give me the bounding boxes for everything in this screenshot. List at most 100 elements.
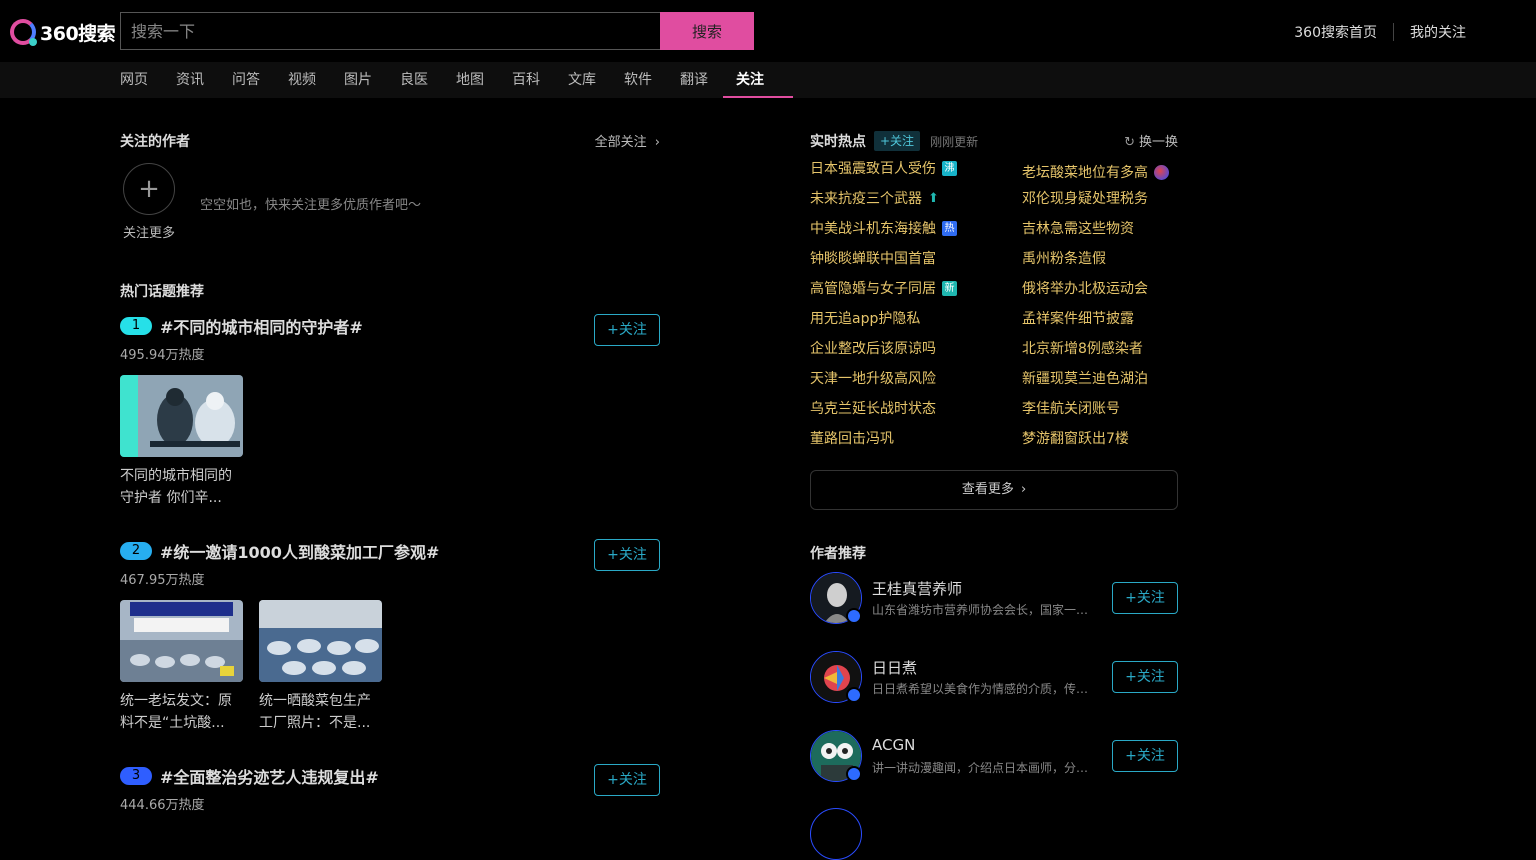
author-name[interactable]: ACGN	[872, 736, 915, 754]
rank-badge: 2	[120, 542, 152, 560]
topic-follow-button[interactable]: +关注	[594, 764, 660, 796]
hot-item[interactable]: 吉林急需这些物资	[1022, 218, 1134, 238]
topic-item: 2 #统一邀请1000人到酸菜加工厂参观# 467.95万热度 +关注 统一老坛…	[120, 539, 660, 734]
topic-title[interactable]: #统一邀请1000人到酸菜加工厂参观#	[160, 539, 439, 563]
hot-item-text: 北京新增8例感染者	[1022, 341, 1143, 357]
add-follow-button[interactable]: +	[123, 163, 175, 215]
nav-tab[interactable]: 翻译	[680, 62, 708, 98]
hot-item-text: 高管隐婚与女子同居	[810, 281, 936, 297]
hot-item[interactable]: 企业整改后该原谅吗	[810, 338, 936, 358]
chevron-right-icon: ›	[1020, 482, 1027, 497]
topic-follow-button[interactable]: +关注	[594, 314, 660, 346]
hot-item-text: 乌克兰延长战时状态	[810, 401, 936, 417]
hot-item[interactable]: 梦游翻窗跃出7楼	[1022, 428, 1129, 448]
logo[interactable]: 360搜索	[10, 19, 116, 46]
hot-item[interactable]: 钟睒睒蝉联中国首富	[810, 248, 936, 268]
realtime-hot-follow-tag[interactable]: +关注	[874, 131, 921, 151]
all-follows-label: 全部关注	[594, 135, 647, 150]
empty-tip: 空空如也，快来关注更多优质作者吧～	[200, 198, 422, 213]
author-item: 王桂真营养师 山东省潍坊市营养师协会会长，国家一级营养师 +关注	[810, 572, 1178, 624]
hot-item[interactable]: 李佳航关闭账号	[1022, 398, 1120, 418]
link-my-follow[interactable]: 我的关注	[1410, 22, 1466, 42]
plus-icon: +	[138, 174, 160, 204]
nav-tab[interactable]: 地图	[456, 62, 484, 98]
topic-thumb[interactable]: 统一晒酸菜包生产工厂照片：不是...	[259, 600, 382, 734]
link-home[interactable]: 360搜索首页	[1294, 22, 1377, 42]
nav-tab[interactable]: 良医	[400, 62, 428, 98]
topic-title[interactable]: #不同的城市相同的守护者#	[160, 314, 363, 338]
nav-tab[interactable]: 百科	[512, 62, 540, 98]
top-links: 360搜索首页 我的关注	[1294, 22, 1466, 42]
hot-item-text: 新疆现莫兰迪色湖泊	[1022, 371, 1148, 387]
topic-item: 1 #不同的城市相同的守护者# 495.94万热度 +关注 不同的城市相同的守护…	[120, 314, 660, 509]
topic-follow-button[interactable]: +关注	[594, 539, 660, 571]
hot-item-text: 钟睒睒蝉联中国首富	[810, 251, 936, 267]
hot-item-text: 未来抗疫三个武器	[810, 191, 922, 207]
refresh-icon: ↻	[1124, 135, 1135, 150]
author-follow-button[interactable]: +关注	[1112, 740, 1178, 772]
hot-item[interactable]: 天津一地升级高风险	[810, 368, 936, 388]
author-name[interactable]: 日日煮	[872, 657, 917, 678]
hot-item-text: 禹州粉条造假	[1022, 251, 1106, 267]
hot-badge: 沸	[942, 160, 957, 176]
hot-item-text: 吉林急需这些物资	[1022, 221, 1134, 237]
verified-icon	[846, 687, 862, 703]
hot-topics-title: 热门话题推荐	[120, 284, 204, 300]
rank-badge: 3	[120, 767, 152, 785]
view-more-button[interactable]: 查看更多 ›	[810, 470, 1178, 510]
hot-item[interactable]: 邓伦现身疑处理税务	[1022, 188, 1148, 208]
topic-thumb[interactable]: 不同的城市相同的守护者 你们辛...	[120, 375, 243, 509]
logo-text: 360搜索	[40, 22, 116, 45]
nav-tab[interactable]: 网页	[120, 62, 148, 98]
top-bar: 360搜索 搜索 360搜索首页 我的关注	[0, 0, 1536, 62]
thumb-caption: 统一晒酸菜包生产工厂照片：不是...	[259, 693, 371, 731]
followed-authors-title: 关注的作者	[120, 134, 190, 150]
topic-title[interactable]: #全面整治劣迹艺人违规复出#	[160, 764, 379, 788]
logo-icon	[10, 19, 37, 46]
rank-badge: 1	[120, 317, 152, 335]
realtime-hot-updated: 刚刚更新	[930, 134, 979, 149]
hot-item[interactable]: 日本强震致百人受伤沸	[810, 158, 957, 178]
hot-item[interactable]: 用无追app护隐私	[810, 308, 920, 328]
nav-tab[interactable]: 资讯	[176, 62, 204, 98]
refresh-button[interactable]: ↻ 换一换	[1124, 131, 1178, 150]
topic-thumb[interactable]: 统一老坛发文：原料不是“土坑酸...	[120, 600, 243, 734]
hot-item[interactable]: 乌克兰延长战时状态	[810, 398, 936, 418]
author-follow-button[interactable]: +关注	[1112, 661, 1178, 693]
hot-item[interactable]: 北京新增8例感染者	[1022, 338, 1143, 358]
author-item: 日日煮 日日煮希望以美食作为情感的介质，传递美好生活 +关注	[810, 651, 1178, 703]
hot-item[interactable]: 老坛酸菜地位有多高	[1022, 162, 1169, 182]
thumb-caption: 不同的城市相同的守护者 你们辛...	[120, 468, 232, 506]
author-name[interactable]: 王桂真营养师	[872, 578, 962, 599]
hot-item-text: 用无追app护隐私	[810, 311, 921, 327]
search-input[interactable]	[120, 12, 660, 50]
topic-heat: 467.95万热度	[120, 573, 205, 588]
hot-item[interactable]: 高管隐婚与女子同居新	[810, 278, 957, 298]
hot-item[interactable]: 中美战斗机东海接触热	[810, 218, 957, 238]
search-button[interactable]: 搜索	[660, 12, 754, 50]
all-follows-link[interactable]: 全部关注 ›	[595, 131, 660, 150]
hot-item-text: 俄将举办北极运动会	[1022, 281, 1148, 297]
author-item: ACGN 讲一讲动漫趣闻，介绍点日本画师，分享动漫资讯 +关注	[810, 730, 1178, 782]
nav-tab[interactable]: 文库	[568, 62, 596, 98]
nav-tab[interactable]: 软件	[624, 62, 652, 98]
hot-item-text: 李佳航关闭账号	[1022, 401, 1120, 417]
nav-tab[interactable]: 关注	[723, 62, 793, 98]
hot-item-text: 董路回击冯巩	[810, 431, 894, 447]
nav-tab[interactable]: 图片	[344, 62, 372, 98]
hot-item[interactable]: 未来抗疫三个武器 ⬆	[810, 188, 939, 208]
add-follow-label[interactable]: 关注更多	[123, 222, 175, 241]
hot-item[interactable]: 孟祥案件细节披露	[1022, 308, 1134, 328]
topic-heat: 444.66万热度	[120, 798, 205, 813]
author-follow-button[interactable]: +关注	[1112, 582, 1178, 614]
hot-item[interactable]: 董路回击冯巩	[810, 428, 894, 448]
arrow-up-icon: ⬆	[928, 190, 939, 206]
hot-item[interactable]: 禹州粉条造假	[1022, 248, 1106, 268]
nav-tab[interactable]: 问答	[232, 62, 260, 98]
topic-heat: 495.94万热度	[120, 348, 205, 363]
nav-tab[interactable]: 视频	[288, 62, 316, 98]
hot-item-text: 中美战斗机东海接触	[810, 221, 936, 237]
hot-item[interactable]: 新疆现莫兰迪色湖泊	[1022, 368, 1148, 388]
hot-item-text: 老坛酸菜地位有多高	[1022, 165, 1148, 181]
hot-item[interactable]: 俄将举办北极运动会	[1022, 278, 1148, 298]
